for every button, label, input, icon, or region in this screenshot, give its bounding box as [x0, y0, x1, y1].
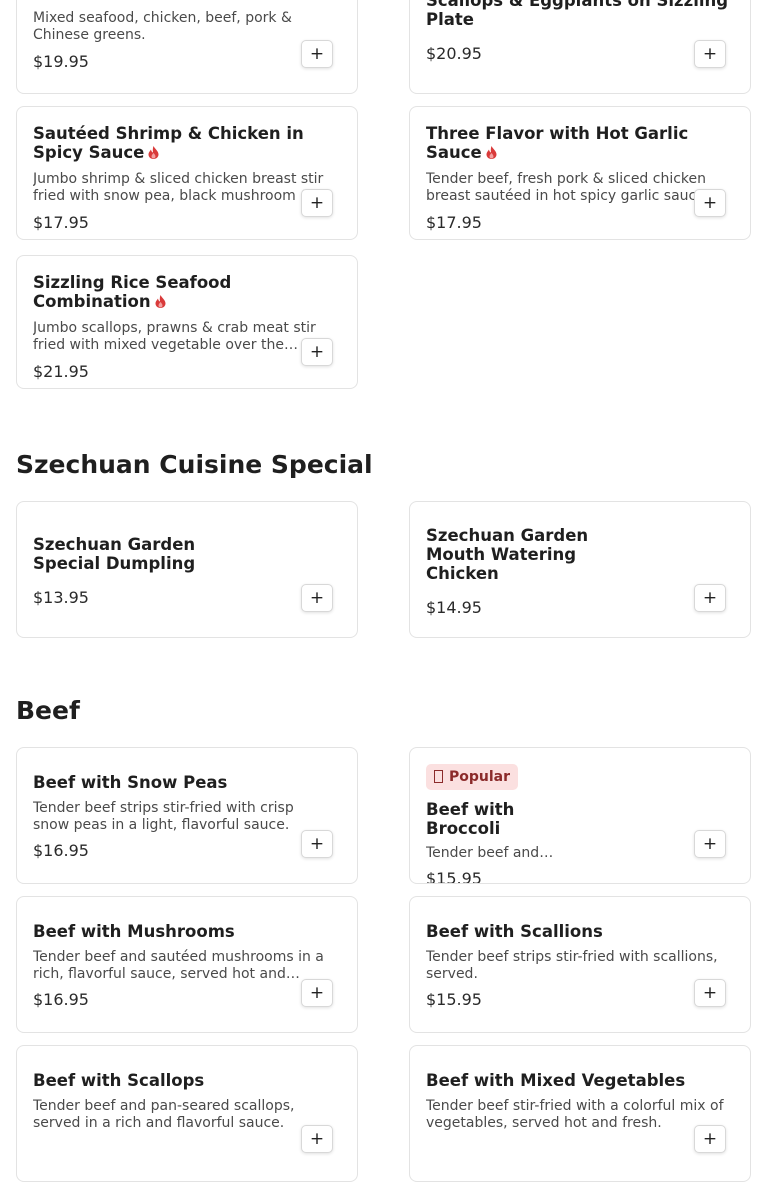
item-description: Tender beef stir-fried with a colorful m… — [426, 1098, 724, 1131]
menu-item-card[interactable]: Beef with Scallions Tender beef strips s… — [409, 896, 751, 1033]
item-price: $20.95 — [426, 44, 482, 63]
item-description: Tender beef and pan-seared scallops, ser… — [33, 1098, 295, 1131]
add-item-button[interactable]: + — [694, 1125, 726, 1153]
item-name: Sizzling Rice Seafood Combination — [33, 273, 293, 311]
item-price: $16.95 — [33, 990, 89, 1009]
item-name-text: Three Flavor with Hot Garlic Sauce — [426, 124, 689, 162]
add-item-button[interactable]: + — [301, 338, 333, 366]
menu-item-card[interactable]: Sizzling Rice Seafood Combination Jumbo … — [16, 255, 358, 389]
menu-item-card[interactable]: Three Flavor with Hot Garlic Sauce Tende… — [409, 106, 751, 240]
item-name: Beef with Scallops — [33, 1071, 205, 1090]
item-name: Beef with Mushrooms — [33, 922, 235, 941]
item-description: Tender beef and sautéed mushrooms in a r… — [33, 949, 324, 982]
add-item-button[interactable]: + — [301, 979, 333, 1007]
item-price: $13.95 — [33, 588, 89, 607]
add-item-button[interactable]: + — [301, 1125, 333, 1153]
item-price: $19.95 — [33, 52, 89, 71]
spicy-flame-icon — [155, 295, 166, 308]
item-name: Beef with Broccoli — [426, 800, 515, 838]
menu-item-card[interactable]: Scallops & Eggplants on Sizzling Plate $… — [409, 0, 751, 94]
popular-badge: Popular — [426, 764, 519, 790]
item-description: Jumbo shrimp & sliced chicken breast sti… — [33, 171, 324, 204]
item-description: Mixed seafood, chicken, beef, pork & Chi… — [33, 10, 292, 43]
add-item-button[interactable]: + — [694, 584, 726, 612]
item-name: Beef with Scallions — [426, 922, 603, 941]
add-item-button[interactable]: + — [694, 979, 726, 1007]
menu-item-card[interactable]: Popular Beef with Broccoli Tender beef a… — [409, 747, 751, 884]
add-item-button[interactable]: + — [301, 584, 333, 612]
add-item-button[interactable]: + — [694, 830, 726, 858]
item-name-text: Sautéed Shrimp & Chicken in Spicy Sauce — [33, 124, 304, 162]
item-price: $17.95 — [426, 213, 482, 232]
item-name: Beef with Snow Peas — [33, 773, 228, 792]
add-item-button[interactable]: + — [694, 189, 726, 217]
menu-item-card[interactable]: Beef with Mushrooms Tender beef and saut… — [16, 896, 358, 1033]
menu-item-card[interactable]: Szechuan Garden Mouth Watering Chicken $… — [409, 501, 751, 638]
item-name: Szechuan Garden Mouth Watering Chicken — [426, 526, 589, 583]
menu-item-card[interactable]: Beef with Scallops Tender beef and pan-s… — [16, 1045, 358, 1182]
menu-item-card[interactable]: Beef with Snow Peas Tender beef strips s… — [16, 747, 358, 884]
item-description: Tender beef strips stir-fried with scall… — [426, 949, 718, 982]
item-price: $16.95 — [33, 841, 89, 860]
badge-label: Popular — [449, 769, 511, 785]
add-item-button[interactable]: + — [301, 830, 333, 858]
spicy-flame-icon — [148, 146, 159, 159]
item-name: Three Flavor with Hot Garlic Sauce — [426, 124, 726, 162]
item-name: Scallops & Eggplants on Sizzling Plate — [426, 0, 729, 29]
item-name-text: Sizzling Rice Seafood Combination — [33, 273, 232, 311]
item-name: Sautéed Shrimp & Chicken in Spicy Sauce — [33, 124, 333, 162]
item-description: Jumbo scallops, prawns & crab meat stir … — [33, 320, 316, 353]
add-item-button[interactable]: + — [301, 189, 333, 217]
menu-item-card[interactable]: Szechuan Garden Special Dumpling $13.95 … — [16, 501, 358, 638]
item-description: Tender beef and… — [426, 845, 554, 861]
item-price: $15.95 — [426, 869, 482, 884]
spicy-flame-icon — [486, 146, 497, 159]
item-price: $17.95 — [33, 213, 89, 232]
add-item-button[interactable]: + — [301, 40, 333, 68]
menu-item-card[interactable]: Mixed seafood, chicken, beef, pork & Chi… — [16, 0, 358, 94]
menu-item-card[interactable]: Beef with Mixed Vegetables Tender beef s… — [409, 1045, 751, 1182]
item-description: Tender beef, fresh pork & sliced chicken… — [426, 171, 710, 204]
item-description: Tender beef strips stir-fried with crisp… — [33, 800, 294, 833]
popular-icon — [434, 770, 443, 783]
add-item-button[interactable]: + — [694, 40, 726, 68]
item-name: Beef with Mixed Vegetables — [426, 1071, 686, 1090]
section-title: Szechuan Cuisine Special — [16, 450, 373, 479]
item-price: $15.95 — [426, 990, 482, 1009]
menu-item-card[interactable]: Sautéed Shrimp & Chicken in Spicy Sauce … — [16, 106, 358, 240]
item-price: $14.95 — [426, 598, 482, 617]
item-name: Szechuan Garden Special Dumpling — [33, 535, 196, 573]
item-price: $21.95 — [33, 362, 89, 381]
section-title: Beef — [16, 696, 80, 725]
